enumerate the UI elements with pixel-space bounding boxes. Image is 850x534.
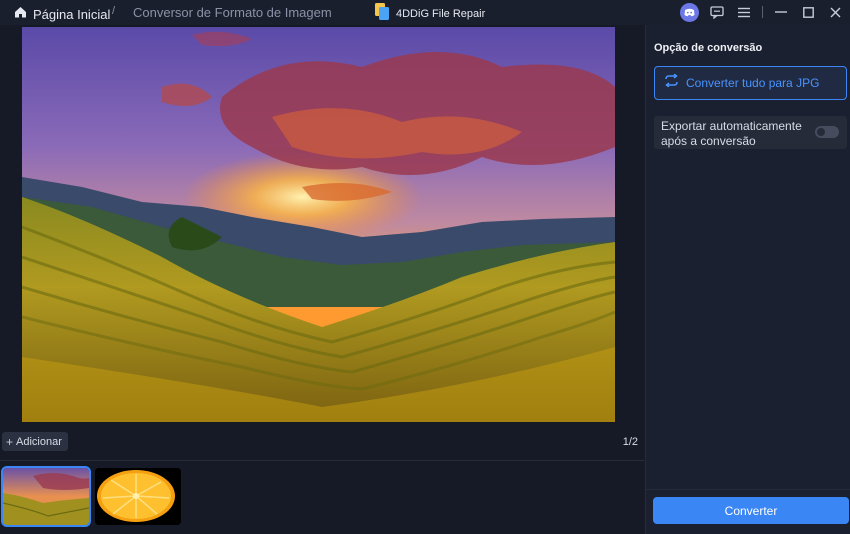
auto-export-option: Exportar automaticamente após a conversã…	[654, 116, 847, 149]
toggle-knob	[817, 128, 825, 136]
add-label: Adicionar	[16, 435, 62, 448]
maximize-icon[interactable]	[799, 3, 817, 21]
home-label: Página Inicial	[33, 6, 111, 22]
convert-cycle-icon	[664, 73, 679, 92]
auto-export-label: Exportar automaticamente após a conversã…	[661, 119, 802, 148]
close-icon[interactable]	[826, 3, 844, 21]
thumbnail-landscape[interactable]	[1, 466, 91, 527]
divider	[0, 460, 644, 461]
discord-icon[interactable]	[680, 2, 699, 22]
plus-icon: +	[6, 434, 14, 449]
conversion-sidebar: Opção de conversão Converter tudo para J…	[645, 25, 850, 534]
breadcrumb-current: Conversor de Formato de Imagem	[133, 5, 332, 20]
home-link[interactable]: Página Inicial	[14, 5, 110, 23]
sidebar-divider	[646, 489, 850, 490]
page-indicator: 1/2	[622, 436, 638, 448]
window-controls	[680, 2, 844, 22]
feedback-icon[interactable]	[708, 3, 726, 21]
convert-all-label: Converter tudo para JPG	[686, 76, 820, 90]
app-title: 4DDiG File Repair	[375, 3, 485, 25]
window-controls-divider	[762, 6, 763, 18]
home-icon	[14, 5, 27, 23]
thumbnail-orange[interactable]	[95, 468, 181, 525]
sidebar-title: Opção de conversão	[654, 42, 763, 54]
minimize-icon[interactable]	[772, 3, 790, 21]
title-bar: Página Inicial / Conversor de Formato de…	[0, 0, 850, 25]
main-area: + Adicionar 1/2	[0, 25, 644, 534]
menu-icon[interactable]	[735, 3, 753, 21]
auto-export-toggle[interactable]	[815, 126, 839, 138]
convert-all-jpg-button[interactable]: Converter tudo para JPG	[654, 66, 847, 100]
app-logo-icon	[375, 3, 389, 25]
image-preview	[22, 27, 615, 422]
add-button[interactable]: + Adicionar	[2, 432, 68, 451]
convert-button[interactable]: Converter	[653, 497, 849, 524]
app-name: 4DDiG File Repair	[396, 8, 486, 20]
breadcrumb-separator: /	[112, 5, 116, 17]
